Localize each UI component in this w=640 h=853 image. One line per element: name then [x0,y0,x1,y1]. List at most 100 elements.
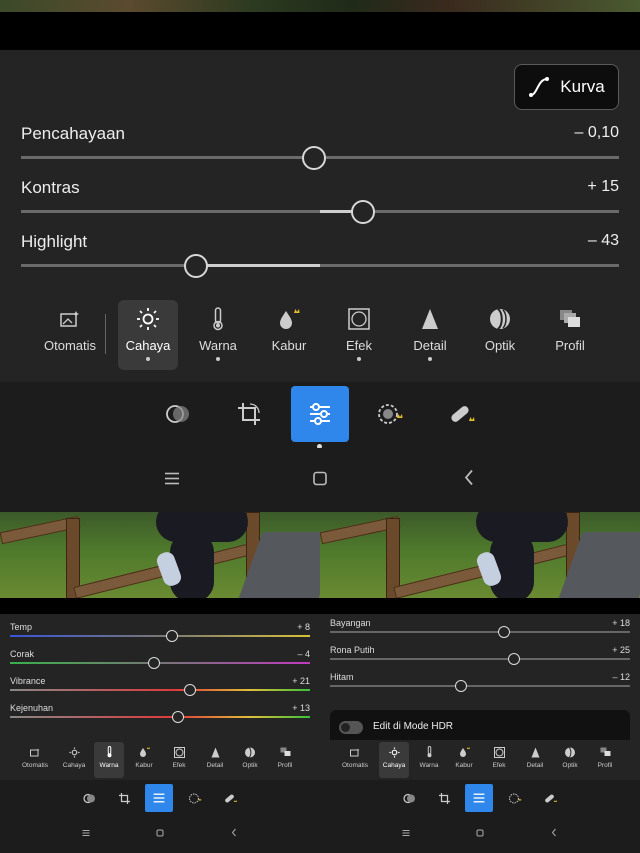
presets-tool[interactable] [395,784,423,812]
category-blur[interactable]: Kabur [449,742,479,778]
category-blur[interactable]: Kabur [129,742,159,778]
edit-tool[interactable] [465,784,493,812]
presets-tool[interactable] [75,784,103,812]
healing-tool[interactable] [216,784,244,812]
slider-whites[interactable]: Rona Putih + 25 [330,645,630,671]
back-icon[interactable] [551,828,557,840]
category-light[interactable]: Cahaya [59,742,89,778]
category-auto[interactable]: Otomatis [340,742,370,778]
category-blur[interactable]: Kabur [259,300,319,370]
category-profile[interactable]: Profil [590,742,620,778]
slider-label: Highlight [21,232,88,251]
slider-knob[interactable] [455,680,467,692]
menu-icon[interactable] [402,829,410,840]
masking-icon [378,404,403,424]
category-auto[interactable]: Otomatis [20,742,50,778]
tool-bar [0,780,320,816]
crop-tool[interactable] [430,784,458,812]
slider-contrast[interactable]: Kontras + 15 [21,178,619,232]
category-optics[interactable]: Optik [235,742,265,778]
menu-icon[interactable] [164,470,180,491]
masking-tool[interactable] [501,784,529,812]
auto-image-icon [350,748,360,756]
menu-icon[interactable] [82,829,90,840]
edit-tool[interactable] [291,386,349,442]
category-auto[interactable]: Otomatis [40,300,100,370]
category-effects[interactable]: Efek [484,742,514,778]
back-icon[interactable] [231,828,237,840]
back-icon[interactable] [464,469,474,491]
category-profile[interactable]: Profil [270,742,300,778]
home-icon[interactable] [313,470,327,491]
masking-icon [188,793,201,803]
home-icon[interactable] [476,829,484,840]
home-icon[interactable] [156,829,164,840]
slider-value: + 13 [292,703,310,713]
slider-saturation[interactable]: Kejenuhan + 13 [10,703,310,729]
curve-button[interactable]: Kurva [514,64,619,110]
slider-knob[interactable] [172,711,184,723]
slider-knob[interactable] [302,146,326,170]
slider-label: Temp [10,622,33,632]
category-bar: Otomatis Cahaya Warna Kabur Efek Detail … [320,740,640,780]
slider-knob[interactable] [351,200,375,224]
slider-track[interactable] [21,210,619,213]
category-effects[interactable]: Efek [164,742,194,778]
presets-tool[interactable] [149,386,207,442]
category-label: Warna [199,338,237,353]
vignette-icon [493,746,505,758]
category-color[interactable]: Warna [94,742,124,778]
slider-knob[interactable] [148,657,160,669]
slider-tint[interactable]: Corak – 4 [10,649,310,675]
triangle-icon [211,747,219,757]
category-light[interactable]: Cahaya [379,742,409,778]
edit-tool[interactable] [145,784,173,812]
category-color[interactable]: Warna [188,300,248,370]
category-label: Optik [484,338,516,353]
masking-tool[interactable] [181,784,209,812]
slider-knob[interactable] [498,626,510,638]
sun-icon [137,308,159,330]
category-bar: Otomatis Cahaya Warna Kabur Efek Detail [0,296,640,376]
healing-tool[interactable] [536,784,564,812]
category-label: Profil [277,762,293,769]
category-profile[interactable]: Profil [540,300,600,370]
slider-temp[interactable]: Temp + 8 [10,622,310,648]
healing-icon [451,406,475,422]
edit-sliders-icon [310,403,330,425]
presets-icon [402,793,415,803]
slider-knob[interactable] [508,653,520,665]
slider-knob[interactable] [166,630,178,642]
crop-tool[interactable] [220,386,278,442]
blur-drop-icon [139,747,150,757]
category-color[interactable]: Warna [414,742,444,778]
triangle-icon [422,309,438,329]
slider-knob[interactable] [184,254,208,278]
slider-blacks[interactable]: Hitam – 12 [330,672,630,698]
divider [105,314,106,354]
category-label: Otomatis [43,338,96,353]
healing-tool[interactable] [433,386,491,442]
slider-knob[interactable] [184,684,196,696]
category-light[interactable]: Cahaya [118,300,178,370]
edit-sliders-icon [473,793,485,803]
category-detail[interactable]: Detail [200,742,230,778]
category-optics[interactable]: Optik [470,300,530,370]
hdr-toggle[interactable] [339,721,363,734]
slider-vibrance[interactable]: Vibrance + 21 [10,676,310,702]
masking-tool[interactable] [362,386,420,442]
slider-shadows[interactable]: Bayangan + 18 [330,618,630,644]
vignette-icon [173,746,185,758]
category-detail[interactable]: Detail [400,300,460,370]
slider-highlights[interactable]: Highlight – 43 [21,232,619,286]
slider-exposure[interactable]: Pencahayaan – 0,10 [21,124,619,178]
category-label: Otomatis [21,762,48,769]
photo-preview-top [0,0,640,12]
slider-track[interactable] [21,264,619,267]
category-detail[interactable]: Detail [520,742,550,778]
category-effects[interactable]: Efek [329,300,389,370]
edit-sliders-icon [153,793,165,803]
healing-icon [224,794,237,802]
category-optics[interactable]: Optik [555,742,585,778]
crop-tool[interactable] [110,784,138,812]
